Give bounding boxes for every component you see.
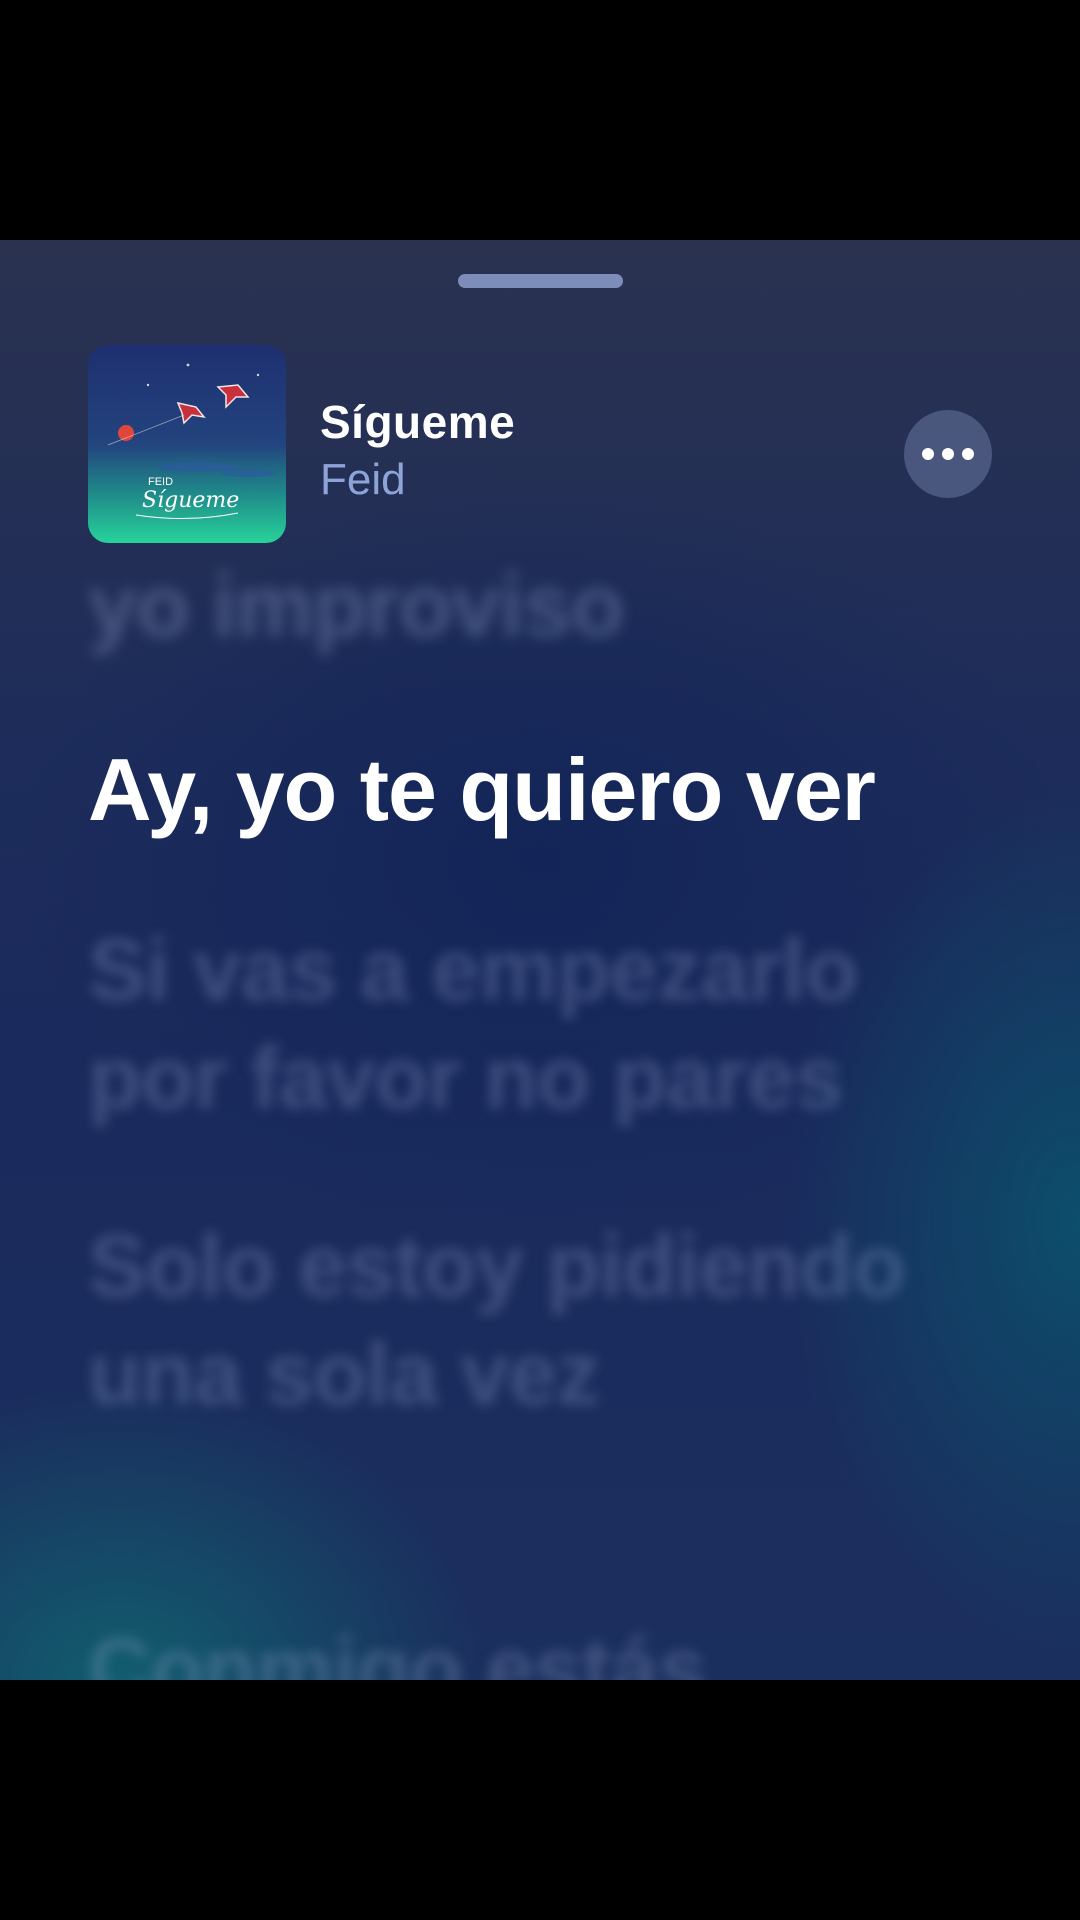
lyric-line-next[interactable]: Si vas a empezarlo por favor no pares <box>88 916 1008 1132</box>
artist-name[interactable]: Feid <box>320 455 406 505</box>
lyric-line-current[interactable]: Ay, yo te quiero ver <box>88 736 1008 844</box>
lyric-line-past[interactable]: yo improviso <box>88 552 1008 660</box>
artwork-title-text: Sígueme <box>142 488 239 513</box>
more-ellipsis-dot <box>942 448 954 460</box>
more-ellipsis-icon <box>922 448 934 460</box>
letterbox-bottom <box>0 1680 1080 1920</box>
lyrics-sheet[interactable]: FEID Sígueme Sígueme Feid yo improviso A… <box>0 240 1080 1680</box>
more-ellipsis-dot <box>962 448 974 460</box>
artwork-artist-text: FEID <box>148 476 173 488</box>
more-options-button[interactable] <box>904 410 992 498</box>
lyric-line-next[interactable]: Solo estoy pidiendo una sola vez <box>88 1212 1008 1428</box>
song-title: Sígueme <box>320 396 516 448</box>
letterbox-top <box>0 0 1080 240</box>
album-artwork[interactable]: FEID Sígueme <box>88 345 286 543</box>
lyric-line-next[interactable]: Conmigo estás <box>88 1615 1008 1680</box>
sheet-grabber[interactable] <box>458 274 623 288</box>
